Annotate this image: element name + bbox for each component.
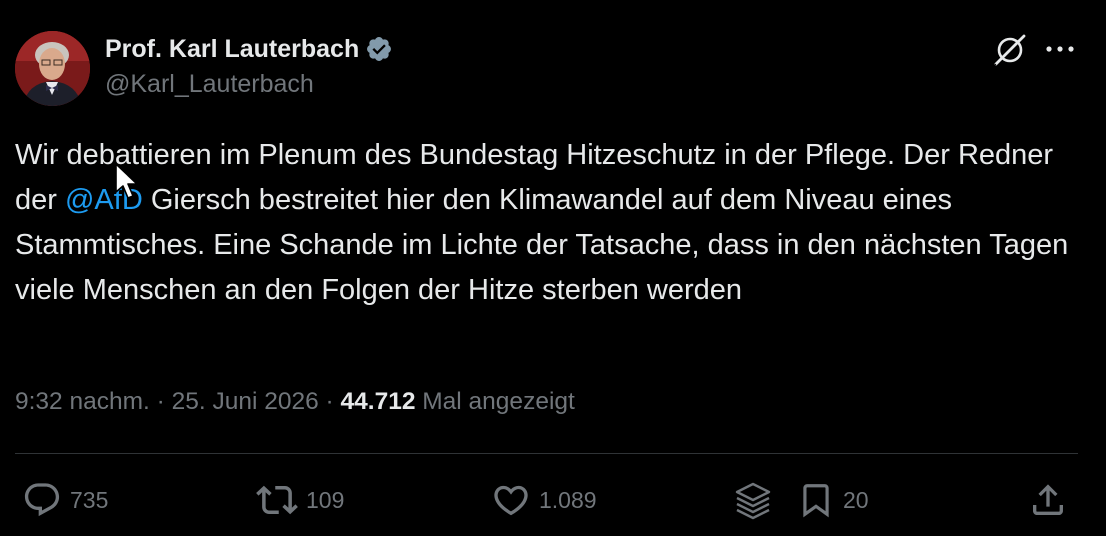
repost-count: 109 (306, 486, 345, 513)
tweet-time[interactable]: 9:32 nachm. (15, 388, 150, 415)
meta-separator: · (318, 388, 341, 415)
meta-separator: · (149, 388, 172, 415)
divider (15, 453, 1078, 454)
repost-button[interactable]: 109 (256, 478, 344, 522)
tweet-meta: 9:32 nachm. · 25. Juni 2026 · 44.712 Mal… (15, 388, 575, 416)
tweet-text-part-2: Giersch bestreitet hier den Klimawandel … (15, 184, 1069, 306)
more-options-icon[interactable] (1041, 34, 1079, 64)
repost-icon (256, 479, 298, 521)
verified-badge-icon[interactable] (365, 35, 393, 63)
author-handle[interactable]: @Karl_Lauterbach (105, 70, 314, 99)
bookmark-icon (797, 480, 835, 520)
reply-button[interactable]: 735 (22, 478, 108, 522)
tweet-date[interactable]: 25. Juni 2026 (172, 388, 319, 415)
grok-icon[interactable] (990, 30, 1030, 70)
like-count: 1.089 (539, 486, 597, 513)
reply-count: 735 (70, 486, 109, 513)
share-icon (1028, 480, 1068, 520)
avatar[interactable] (15, 31, 90, 106)
like-button[interactable]: 1.089 (491, 478, 597, 522)
views-label: Mal angezeigt (415, 388, 575, 415)
stack-button[interactable] (732, 478, 774, 522)
author-name-row: Prof. Karl Lauterbach (105, 32, 393, 66)
mention-link[interactable]: @AfD (65, 184, 143, 216)
reply-icon (22, 480, 62, 520)
bookmark-count: 20 (843, 486, 869, 513)
tweet-text: Wir debattieren im Plenum des Bundestag … (15, 133, 1090, 313)
stack-icon (732, 479, 774, 521)
bookmark-button[interactable]: 20 (797, 478, 869, 522)
author-display-name[interactable]: Prof. Karl Lauterbach (105, 35, 359, 64)
views-count: 44.712 (340, 388, 416, 415)
like-icon (491, 480, 531, 520)
share-button[interactable] (1028, 478, 1068, 522)
